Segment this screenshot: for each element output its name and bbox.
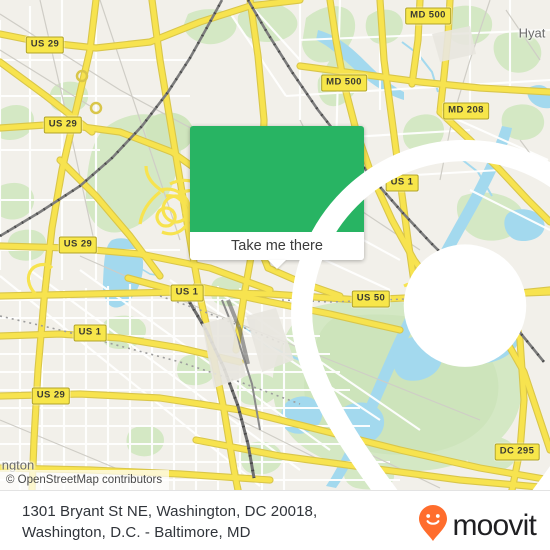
road-shield: MD 500 (321, 74, 367, 92)
road-shield: MD 208 (443, 102, 489, 120)
card-header (190, 126, 550, 490)
take-me-there-button[interactable]: Take me there (190, 232, 364, 269)
osm-attribution[interactable]: © OpenStreetMap contributors (0, 470, 170, 490)
map-canvas[interactable]: US 29 US 29 US 29 US 29 US 1 US 1 US 1 M… (0, 0, 550, 490)
moovit-smiley-pin-icon (418, 504, 448, 547)
road-shield: US 29 (31, 387, 71, 405)
road-shield: US 29 (58, 236, 98, 254)
footer-bar: 1301 Bryant St NE, Washington, DC 20018,… (0, 490, 550, 550)
moovit-logo[interactable]: moovit (418, 504, 537, 547)
address-line-1: 1301 Bryant St NE, Washington, DC 20018, (22, 503, 318, 520)
place-label-hyattsville: Hyat (518, 25, 546, 41)
take-me-there-label: Take me there (231, 238, 323, 254)
address-block: 1301 Bryant St NE, Washington, DC 20018,… (22, 501, 402, 543)
card-pointer-tail (268, 260, 286, 269)
road-shield: US 29 (25, 36, 65, 54)
road-shield: MD 500 (405, 7, 451, 25)
map-screenshot: US 29 US 29 US 29 US 29 US 1 US 1 US 1 M… (0, 0, 550, 550)
address-line-2: Washington, D.C. - Baltimore, MD (22, 524, 251, 541)
road-shield: US 1 (73, 324, 107, 342)
moovit-wordmark: moovit (452, 508, 536, 542)
road-shield: US 29 (43, 116, 83, 134)
location-popup-card[interactable]: Take me there (190, 126, 550, 490)
